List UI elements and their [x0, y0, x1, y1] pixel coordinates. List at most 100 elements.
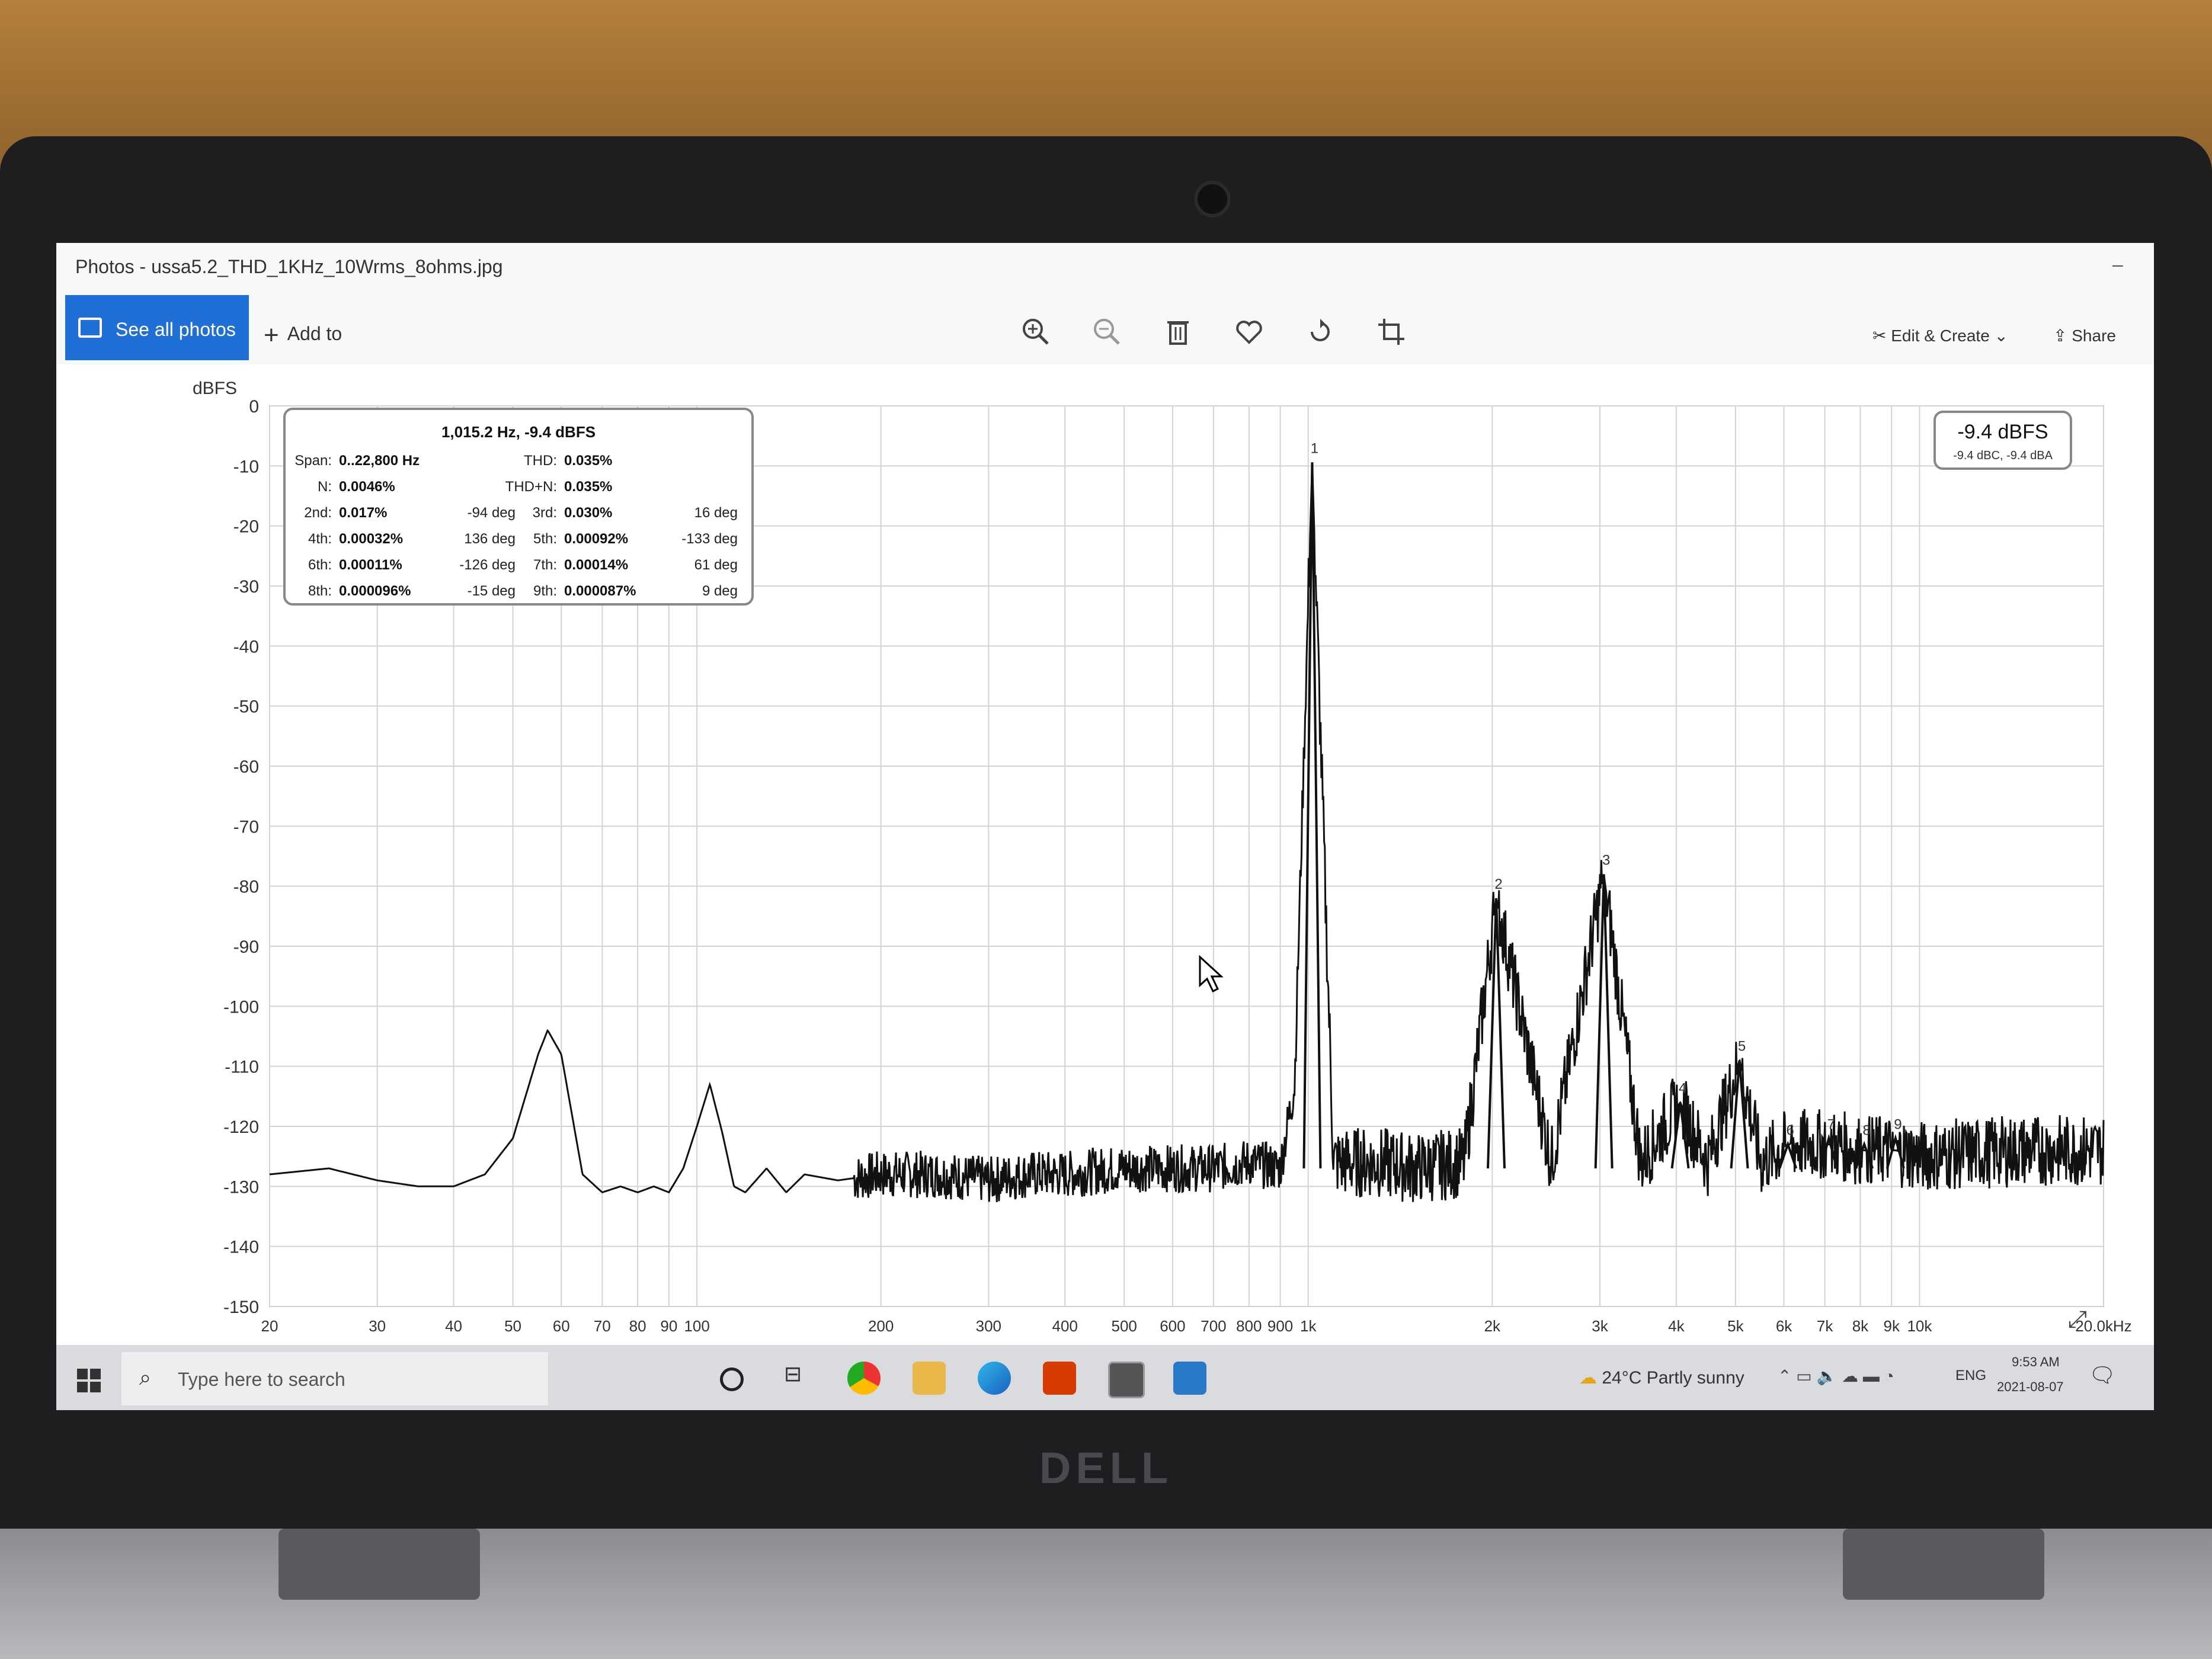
info-phase: -133 deg	[681, 531, 738, 547]
webcam	[1194, 181, 1231, 217]
clock-time[interactable]: 9:53 AM	[2012, 1354, 2060, 1370]
info-value: 0.030%	[564, 505, 612, 521]
file-explorer-icon[interactable]	[913, 1362, 946, 1395]
clock-date[interactable]: 2021-08-07	[1997, 1379, 2064, 1395]
windows-start-icon[interactable]	[77, 1369, 101, 1392]
photos-app-icon[interactable]	[1173, 1362, 1206, 1395]
info-key: 9th:	[533, 583, 557, 599]
info-value: 0.035%	[564, 453, 612, 469]
edge-icon[interactable]	[978, 1362, 1011, 1395]
y-tick-label: 0	[249, 397, 259, 417]
see-all-photos-label: See all photos	[116, 319, 236, 340]
y-tick-label: -110	[225, 1058, 259, 1077]
info-key: THD:	[524, 453, 557, 469]
harmonic-label: 3	[1602, 852, 1610, 868]
info-phase: 9 deg	[702, 583, 738, 599]
y-tick-label: -100	[223, 997, 259, 1017]
info-phase: -126 deg	[459, 557, 516, 573]
photos-icon	[78, 318, 102, 338]
info-key: 2nd:	[304, 505, 332, 521]
office-icon[interactable]	[1043, 1362, 1076, 1395]
x-tick-label: 800	[1236, 1317, 1262, 1335]
info-key: Span:	[294, 453, 332, 469]
harmonic-label: 9	[1894, 1116, 1902, 1132]
x-tick-label: 2k	[1484, 1317, 1501, 1335]
crop-icon[interactable]	[1375, 315, 1408, 348]
harmonic-label: 2	[1494, 876, 1502, 892]
edit-create-label: Edit & Create	[1891, 326, 1990, 345]
x-tick-label: 400	[1052, 1317, 1078, 1335]
favorite-icon[interactable]	[1233, 315, 1266, 348]
see-all-photos-button[interactable]: See all photos	[65, 295, 249, 360]
harmonic-label: 7	[1827, 1116, 1835, 1132]
info-phase: 16 deg	[694, 505, 738, 521]
info-phase: 136 deg	[464, 531, 516, 547]
info-value: 0.00032%	[339, 531, 403, 547]
edit-create-button[interactable]: ✂ Edit & Create ⌄	[1872, 326, 2008, 345]
weather-widget[interactable]: ☁ 24°C Partly sunny	[1579, 1367, 1744, 1388]
x-tick-label: 900	[1267, 1317, 1293, 1335]
info-key: 3rd:	[533, 505, 557, 521]
info-value: 0.00011%	[339, 557, 402, 573]
harmonic-label: 1	[1311, 440, 1318, 456]
y-tick-label: -10	[233, 457, 259, 476]
info-value: 0.017%	[339, 505, 387, 521]
info-key: 6th:	[308, 557, 332, 573]
y-tick-label: -120	[223, 1117, 259, 1137]
chart-canvas: 0 -10 -20 -30 -40 -50 -60 -70 -80 -90 -100 -110 -120…	[193, 379, 2132, 1335]
screen: Photos - ussa5.2_THD_1KHz_10Wrms_8ohms.j…	[56, 243, 2154, 1410]
app-icon[interactable]	[1108, 1362, 1145, 1398]
x-tick-label: 60	[553, 1317, 570, 1335]
delete-icon[interactable]	[1161, 315, 1195, 348]
edit-create-icon: ✂	[1872, 326, 1891, 345]
x-tick-label: 700	[1201, 1317, 1226, 1335]
chrome-icon[interactable]	[847, 1362, 881, 1395]
x-tick-label: 40	[445, 1317, 462, 1335]
x-tick-label: 4k	[1668, 1317, 1685, 1335]
x-tick-label: 6k	[1776, 1317, 1792, 1335]
level-sub: -9.4 dBC, -9.4 dBA	[1953, 449, 2053, 462]
x-tick-label: 5k	[1727, 1317, 1744, 1335]
minimize-icon[interactable]: –	[2112, 254, 2123, 276]
search-icon: ⌕	[139, 1365, 152, 1389]
harmonic-label: 5	[1738, 1039, 1746, 1055]
x-tick-label: 7k	[1817, 1317, 1833, 1335]
share-button[interactable]: ⇪ Share	[2053, 326, 2116, 345]
add-to-label: Add to	[287, 323, 342, 344]
info-value: 0..22,800 Hz	[339, 453, 420, 469]
language-indicator[interactable]: ENG	[1955, 1367, 1986, 1384]
window-title: Photos - ussa5.2_THD_1KHz_10Wrms_8ohms.j…	[75, 256, 503, 277]
rotate-icon[interactable]	[1304, 315, 1337, 348]
taskbar-search[interactable]: ⌕ Type here to search	[121, 1352, 548, 1405]
info-key: N:	[318, 479, 332, 495]
notification-icon[interactable]: 🗨	[2089, 1363, 2116, 1388]
x-tick-label: 3k	[1592, 1317, 1608, 1335]
toolbar: See all photos + Add to ✂ Edit & Create ⌄…	[56, 290, 2154, 365]
zoom-out-icon[interactable]	[1090, 315, 1123, 348]
share-label: Share	[2072, 326, 2116, 345]
info-key: 5th:	[533, 531, 557, 547]
harmonic-label: 8	[1862, 1122, 1870, 1138]
hinge-right	[1843, 1529, 2044, 1600]
cortana-icon[interactable]	[720, 1367, 744, 1391]
spectrum-chart: 0 -10 -20 -30 -40 -50 -60 -70 -80 -90 -100 -110 -120…	[56, 364, 2154, 1372]
y-tick-label: -140	[223, 1238, 259, 1257]
hinge-left	[278, 1529, 480, 1600]
info-phase: -94 deg	[468, 505, 516, 521]
info-key: THD+N:	[505, 479, 557, 495]
y-tick-label: -130	[223, 1177, 259, 1197]
x-tick-label: 50	[504, 1317, 521, 1335]
x-tick-label: 500	[1112, 1317, 1137, 1335]
info-phase: 61 deg	[694, 557, 738, 573]
plus-icon: +	[264, 321, 279, 350]
zoom-in-icon[interactable]	[1019, 315, 1052, 348]
system-tray-icons[interactable]: ⌃ ▭ 🔈 ☁ ▬ ◔	[1778, 1366, 1894, 1386]
task-view-icon[interactable]: ⊟	[784, 1362, 817, 1395]
y-tick-label: -150	[223, 1298, 259, 1317]
add-to-button[interactable]: + Add to	[264, 317, 342, 350]
info-value: 0.000096%	[339, 583, 411, 599]
info-key: 7th:	[533, 557, 557, 573]
info-title: 1,015.2 Hz, -9.4 dBFS	[441, 423, 596, 441]
info-value: 0.035%	[564, 479, 612, 495]
x-tick-label: 20	[261, 1317, 278, 1335]
